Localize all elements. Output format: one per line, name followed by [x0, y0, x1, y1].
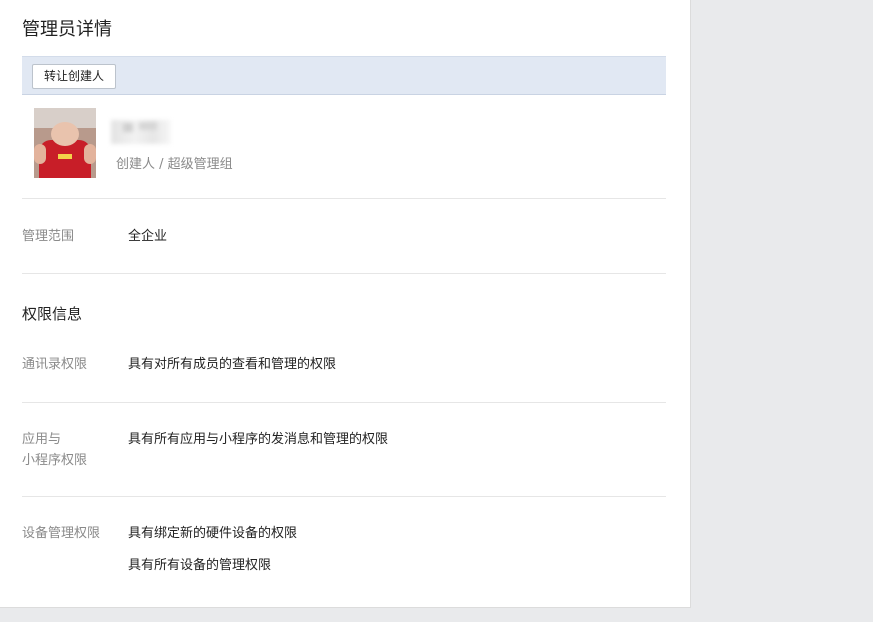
scope-label: 管理范围 — [22, 229, 75, 244]
avatar-arm-right — [84, 144, 96, 164]
divider — [22, 402, 666, 403]
avatar — [34, 108, 96, 178]
blur-block — [139, 122, 157, 130]
transfer-creator-button[interactable]: 转让创建人 — [32, 64, 117, 89]
blur-block — [123, 123, 133, 132]
devices-permission-label: 设备管理权限 — [22, 526, 101, 541]
toolbar: 转让创建人 — [22, 56, 666, 95]
divider — [22, 273, 666, 274]
apps-permission-label-line2: 小程序权限 — [22, 453, 88, 468]
avatar-face — [51, 122, 79, 146]
admin-detail-panel: 管理员详情 转让创建人 创建人 / 超级管理组 管理范围 全企业 权限信息 通讯… — [0, 0, 691, 608]
contacts-permission-label: 通讯录权限 — [22, 357, 88, 372]
contacts-permission-value: 具有对所有成员的查看和管理的权限 — [128, 357, 337, 372]
devices-permission-value-line2: 具有所有设备的管理权限 — [128, 558, 272, 573]
apps-permission-value: 具有所有应用与小程序的发消息和管理的权限 — [128, 432, 389, 447]
permissions-section-title: 权限信息 — [22, 305, 83, 323]
avatar-crest — [58, 154, 72, 159]
divider — [22, 496, 666, 497]
divider — [22, 198, 666, 199]
scope-value: 全企业 — [128, 229, 168, 244]
admin-role: 创建人 / 超级管理组 — [116, 157, 233, 172]
blurred-user-name — [111, 120, 171, 144]
avatar-arm-left — [34, 144, 46, 164]
devices-permission-value-line1: 具有绑定新的硬件设备的权限 — [128, 526, 298, 541]
page-title: 管理员详情 — [22, 19, 112, 40]
apps-permission-label-line1: 应用与 — [22, 432, 62, 447]
